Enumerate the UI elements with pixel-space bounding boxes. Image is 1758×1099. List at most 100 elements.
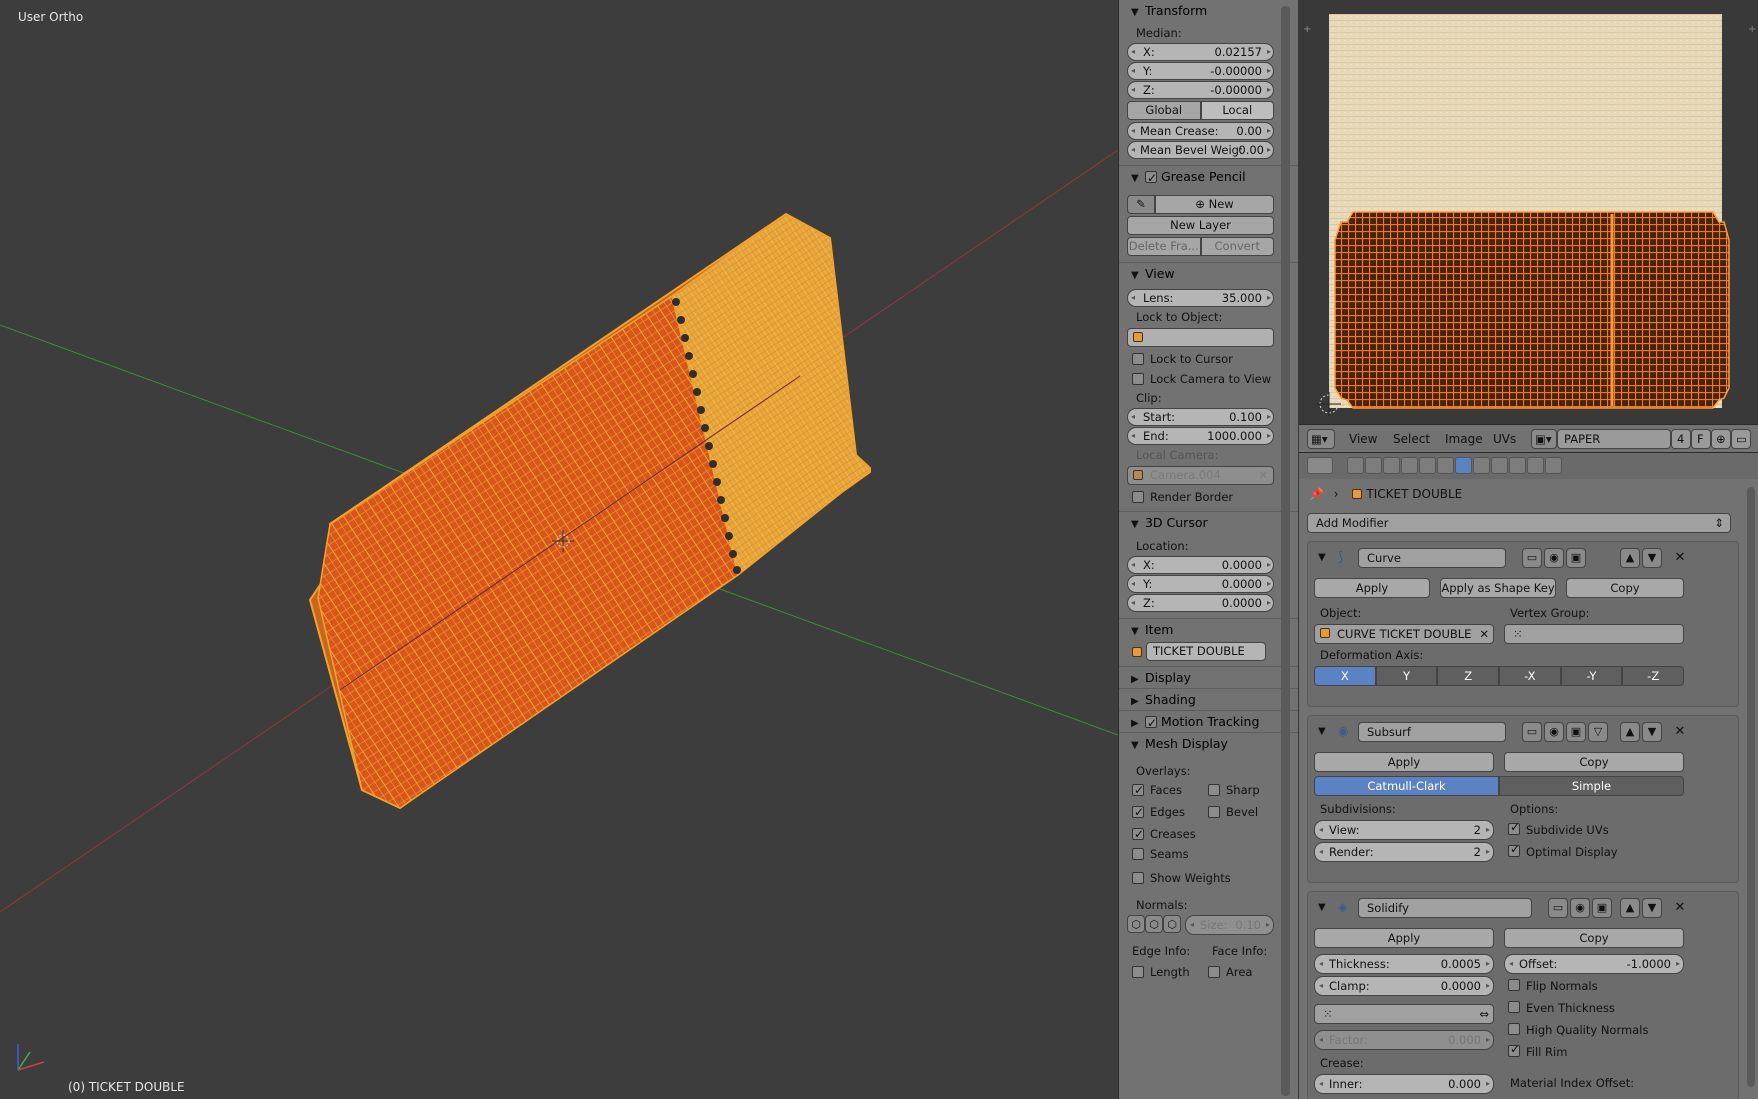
median-z-field[interactable]: Z: -0.00000 [1127, 81, 1274, 99]
move-up-icon[interactable]: ▲ [1620, 548, 1640, 568]
clip-start-field[interactable]: Start: 0.100 [1127, 408, 1274, 426]
apply-shape-key-button[interactable]: Apply as Shape Key [1440, 578, 1556, 598]
mean-bevel-field[interactable]: Mean Bevel Weig:0.00 [1127, 141, 1274, 159]
face-normal-icon[interactable]: ⬡ [1163, 915, 1181, 933]
move-down-icon[interactable]: ▼ [1642, 898, 1662, 918]
editmode-toggle-icon[interactable]: ▣ [1592, 898, 1612, 918]
viewport-toggle-icon[interactable]: ◉ [1544, 548, 1564, 568]
copy-button[interactable]: Copy [1504, 928, 1684, 948]
lock-camera-checkbox[interactable]: Lock Camera to View [1119, 369, 1298, 389]
uv-island[interactable] [1334, 211, 1730, 409]
motion-tracking-checkbox[interactable] [1144, 712, 1157, 734]
new-image-icon[interactable]: ⊕ [1711, 429, 1731, 449]
material-tab-icon[interactable] [1491, 457, 1508, 474]
view-levels-field[interactable]: View: 2 [1314, 820, 1494, 840]
convert-button[interactable]: Convert [1200, 237, 1274, 256]
copy-button[interactable]: Copy [1566, 578, 1684, 598]
clamp-field[interactable]: Clamp: 0.0000 [1314, 976, 1494, 996]
lens-field[interactable]: Lens: 35.000 [1127, 289, 1274, 307]
scene-tab-icon[interactable] [1383, 457, 1400, 474]
cursor-z-field[interactable]: Z: 0.0000 [1127, 594, 1274, 612]
layers-tab-icon[interactable] [1365, 457, 1382, 474]
menu-select[interactable]: Select [1393, 432, 1430, 446]
image-users-count[interactable]: 4 [1671, 429, 1691, 449]
clear-icon[interactable]: ✕ [1479, 625, 1489, 643]
cursor-x-field[interactable]: X: 0.0000 [1127, 556, 1274, 574]
axis-neg-x-option[interactable]: -X [1499, 666, 1561, 686]
open-image-icon[interactable]: ▭ [1731, 429, 1751, 449]
collapse-arrow-icon[interactable]: ▼ [1318, 552, 1326, 563]
offset-field[interactable]: Offset: -1.0000 [1504, 954, 1684, 974]
vertex-normal-icon[interactable]: ⬡ [1127, 915, 1145, 933]
uv-canvas[interactable]: + + [1299, 0, 1758, 424]
grease-pencil-panel-header[interactable]: ▼ Grease Pencil [1119, 165, 1298, 189]
invert-icon[interactable]: ⇔ [1479, 1005, 1489, 1023]
median-x-field[interactable]: X: 0.02157 [1127, 43, 1274, 61]
pencil-icon[interactable]: ✎ [1127, 195, 1155, 214]
high-quality-normals-checkbox[interactable]: High Quality Normals [1508, 1022, 1648, 1038]
solidify-modifier-name[interactable]: Solidify [1358, 898, 1532, 918]
editmode-toggle-icon[interactable]: ▣ [1566, 722, 1586, 742]
axis-x-option[interactable]: X [1314, 666, 1376, 686]
faces-checkbox[interactable]: Faces [1119, 780, 1182, 800]
grease-pencil-checkbox[interactable] [1144, 167, 1157, 189]
fill-rim-checkbox[interactable]: Fill Rim [1508, 1041, 1567, 1060]
area-checkbox[interactable]: Area [1195, 962, 1252, 982]
sharp-checkbox[interactable]: Sharp [1195, 780, 1260, 800]
remove-modifier-icon[interactable]: ✕ [1672, 550, 1688, 566]
menu-view[interactable]: View [1349, 432, 1377, 446]
render-toggle-icon[interactable]: ▭ [1548, 898, 1568, 918]
data-tab-icon[interactable] [1473, 457, 1490, 474]
item-panel-header[interactable]: ▼ Item [1119, 618, 1298, 640]
median-y-field[interactable]: Y: -0.00000 [1127, 62, 1274, 80]
particles-tab-icon[interactable] [1527, 457, 1544, 474]
shading-panel-header[interactable]: ▶ Shading [1119, 688, 1298, 710]
texture-tab-icon[interactable] [1509, 457, 1526, 474]
3d-viewport[interactable]: User Ortho (0) TICKET DOUBLE [0, 0, 1118, 1099]
move-down-icon[interactable]: ▼ [1642, 722, 1662, 742]
collapse-arrow-icon[interactable]: ▼ [1318, 726, 1326, 737]
axis-y-option[interactable]: Y [1375, 666, 1438, 686]
shelf-scrollbar[interactable] [1281, 6, 1290, 1096]
corner-widget-icon[interactable]: + [1303, 24, 1311, 35]
normal-size-field[interactable]: Size: 0.10 [1185, 915, 1274, 935]
viewport-toggle-icon[interactable]: ◉ [1570, 898, 1590, 918]
transform-panel-header[interactable]: ▼ Transform [1119, 0, 1298, 22]
optimal-display-checkbox[interactable]: Optimal Display [1508, 841, 1618, 860]
viewport-toggle-icon[interactable]: ◉ [1544, 722, 1564, 742]
cursor-panel-header[interactable]: ▼ 3D Cursor [1119, 511, 1298, 533]
add-modifier-dropdown[interactable]: Add Modifier ⇕ [1307, 513, 1731, 533]
properties-scrollbar[interactable] [1747, 487, 1755, 1087]
move-up-icon[interactable]: ▲ [1620, 898, 1640, 918]
vertex-group-field[interactable]: ⁙ [1504, 624, 1684, 644]
copy-button[interactable]: Copy [1504, 752, 1684, 772]
subsurf-modifier-name[interactable]: Subsurf [1358, 722, 1506, 742]
delete-frame-button[interactable]: Delete Fra... [1127, 237, 1201, 256]
image-browse-icon[interactable]: ▣▾ [1531, 429, 1557, 449]
editor-type-icon[interactable] [1307, 457, 1333, 474]
local-camera-field[interactable]: Camera.004 ✕ [1127, 466, 1274, 485]
ticket-mesh[interactable] [308, 212, 872, 810]
fake-user-toggle[interactable]: F [1691, 429, 1711, 449]
render-toggle-icon[interactable]: ▭ [1522, 722, 1542, 742]
object-tab-icon[interactable] [1419, 457, 1436, 474]
remove-modifier-icon[interactable]: ✕ [1672, 900, 1688, 916]
length-checkbox[interactable]: Length [1119, 962, 1190, 982]
thickness-field[interactable]: Thickness: 0.0005 [1314, 954, 1494, 974]
apply-button[interactable]: Apply [1314, 752, 1494, 772]
bevel-checkbox[interactable]: Bevel [1195, 802, 1258, 822]
corner-widget-icon[interactable]: + [1748, 24, 1756, 35]
mesh-display-panel-header[interactable]: ▼ Mesh Display [1119, 732, 1298, 754]
apply-button[interactable]: Apply [1314, 578, 1430, 598]
catmull-clark-option[interactable]: Catmull-Clark [1314, 776, 1499, 796]
display-panel-header[interactable]: ▶ Display [1119, 666, 1298, 688]
menu-image[interactable]: Image [1445, 432, 1483, 446]
solidify-vertex-group-field[interactable]: ⁙ ⇔ [1314, 1004, 1494, 1024]
new-grease-button[interactable]: ⊕ New [1155, 195, 1274, 214]
constraints-tab-icon[interactable] [1437, 457, 1454, 474]
editmode-toggle-icon[interactable]: ▣ [1566, 548, 1586, 568]
cursor-y-field[interactable]: Y: 0.0000 [1127, 575, 1274, 593]
local-toggle[interactable]: Local [1200, 101, 1274, 120]
axis-neg-z-option[interactable]: -Z [1622, 666, 1685, 686]
axis-z-option[interactable]: Z [1437, 666, 1500, 686]
